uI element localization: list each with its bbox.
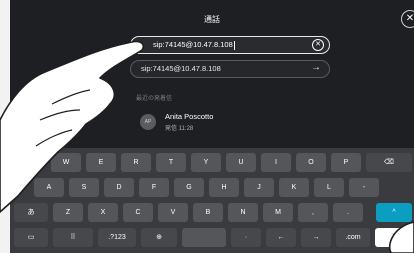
hand-illustration: [0, 40, 414, 253]
